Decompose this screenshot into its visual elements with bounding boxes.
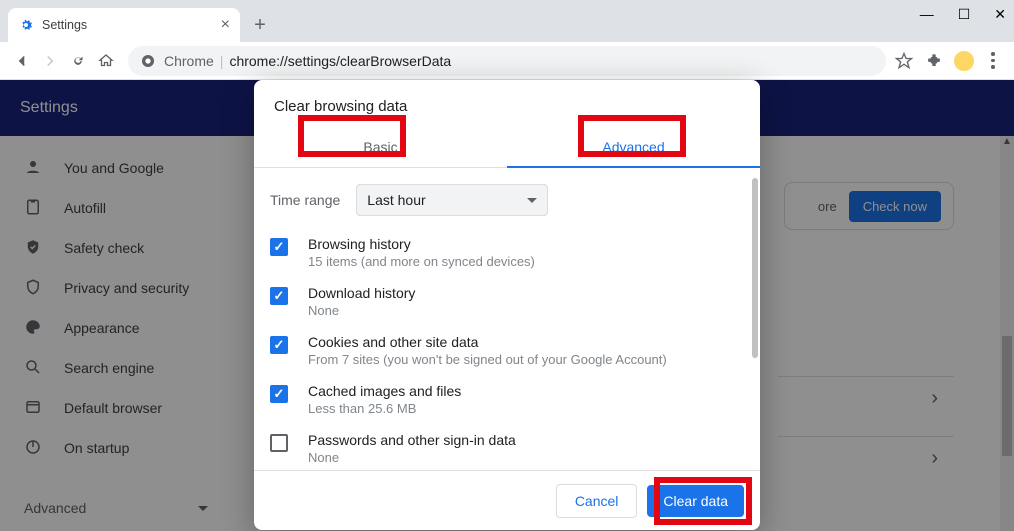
- url-text: chrome://settings/clearBrowserData: [229, 53, 451, 69]
- dialog-tabs: Basic Advanced: [254, 127, 760, 168]
- time-range-value: Last hour: [367, 192, 425, 208]
- dialog-title: Clear browsing data: [254, 80, 760, 127]
- item-cookies[interactable]: Cookies and other site data From 7 sites …: [270, 326, 752, 375]
- menu-button[interactable]: [984, 52, 1002, 69]
- time-range-row: Time range Last hour: [270, 180, 752, 228]
- home-button[interactable]: [92, 47, 120, 75]
- checkbox[interactable]: [270, 238, 288, 256]
- item-title: Passwords and other sign-in data: [308, 432, 516, 448]
- chrome-icon: [140, 53, 156, 69]
- cancel-button[interactable]: Cancel: [556, 484, 638, 518]
- dialog-body: Time range Last hour Browsing history 15 …: [254, 168, 760, 470]
- new-tab-button[interactable]: +: [246, 11, 274, 39]
- browser-toolbar: Chrome | chrome://settings/clearBrowserD…: [0, 42, 1014, 80]
- item-subtitle: From 7 sites (you won't be signed out of…: [308, 352, 667, 367]
- clear-data-button[interactable]: Clear data: [647, 485, 744, 517]
- item-subtitle: Less than 25.6 MB: [308, 401, 461, 416]
- dialog-scrollbar-thumb[interactable]: [752, 178, 758, 358]
- window-controls: — ☐ ✕: [920, 6, 1006, 23]
- extension-badge-icon[interactable]: [954, 51, 974, 71]
- item-download-history[interactable]: Download history None: [270, 277, 752, 326]
- gear-icon: [18, 17, 34, 33]
- clear-browsing-data-dialog: Clear browsing data Basic Advanced Time …: [254, 80, 760, 530]
- close-icon[interactable]: ×: [221, 16, 230, 34]
- forward-button[interactable]: [36, 47, 64, 75]
- item-subtitle: None: [308, 303, 415, 318]
- tab-title: Settings: [42, 18, 221, 32]
- extensions-icon[interactable]: [924, 51, 944, 71]
- browser-tab[interactable]: Settings ×: [8, 8, 240, 42]
- checkbox[interactable]: [270, 336, 288, 354]
- maximize-button[interactable]: ☐: [958, 6, 971, 23]
- back-button[interactable]: [8, 47, 36, 75]
- time-range-label: Time range: [270, 192, 340, 208]
- item-passwords[interactable]: Passwords and other sign-in data None: [270, 424, 752, 470]
- checkbox[interactable]: [270, 287, 288, 305]
- url-label: Chrome: [164, 53, 214, 69]
- tab-basic[interactable]: Basic: [254, 127, 507, 167]
- time-range-select[interactable]: Last hour: [356, 184, 548, 216]
- checkbox[interactable]: [270, 385, 288, 403]
- item-title: Cookies and other site data: [308, 334, 667, 350]
- checkbox[interactable]: [270, 434, 288, 452]
- item-title: Browsing history: [308, 236, 535, 252]
- close-window-button[interactable]: ✕: [994, 6, 1006, 23]
- tab-advanced[interactable]: Advanced: [507, 127, 760, 167]
- tab-strip: Settings × +: [0, 0, 1014, 42]
- item-subtitle: None: [308, 450, 516, 465]
- item-title: Download history: [308, 285, 415, 301]
- minimize-button[interactable]: —: [920, 6, 934, 23]
- chevron-down-icon: [527, 198, 537, 203]
- plus-icon: +: [254, 14, 266, 37]
- item-cached[interactable]: Cached images and files Less than 25.6 MB: [270, 375, 752, 424]
- reload-button[interactable]: [64, 47, 92, 75]
- item-browsing-history[interactable]: Browsing history 15 items (and more on sy…: [270, 228, 752, 277]
- item-subtitle: 15 items (and more on synced devices): [308, 254, 535, 269]
- item-title: Cached images and files: [308, 383, 461, 399]
- address-bar[interactable]: Chrome | chrome://settings/clearBrowserD…: [128, 46, 886, 76]
- dialog-footer: Cancel Clear data: [254, 470, 760, 530]
- bookmark-icon[interactable]: [894, 51, 914, 71]
